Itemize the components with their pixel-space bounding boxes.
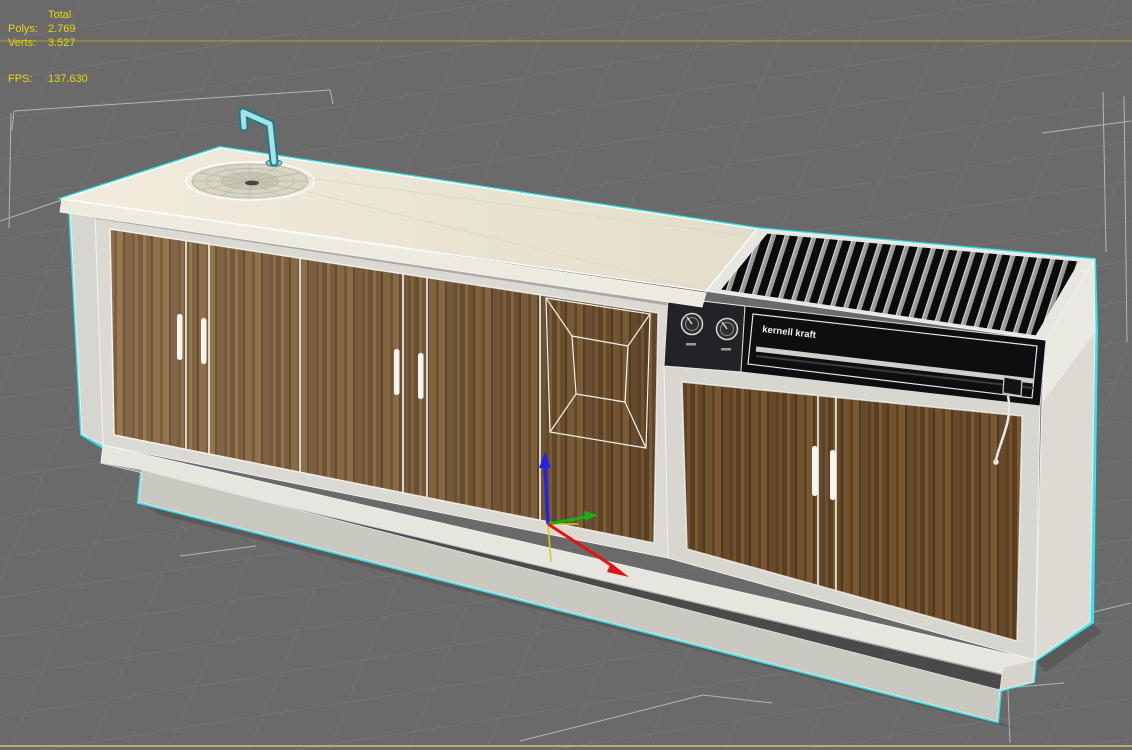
door-handle bbox=[830, 450, 836, 500]
knob-label-mark bbox=[686, 343, 696, 346]
grill-hook-tip bbox=[993, 459, 999, 465]
door-handle bbox=[394, 349, 400, 395]
sink-basin[interactable] bbox=[185, 161, 315, 201]
door-handle bbox=[177, 314, 183, 360]
viewport-canvas[interactable]: kernell kraft bbox=[0, 0, 1132, 750]
door-handle bbox=[201, 318, 207, 364]
knob-label-mark bbox=[721, 348, 731, 351]
door-handle bbox=[418, 353, 424, 399]
stats-fps-label: FPS: bbox=[8, 73, 33, 85]
sink-drain bbox=[245, 180, 259, 186]
stats-verts-row: Verts: 3.527 bbox=[8, 36, 88, 50]
grill-knob-right[interactable] bbox=[715, 317, 739, 341]
grill-igniter-box[interactable] bbox=[1002, 376, 1023, 397]
stats-total-header: Total bbox=[48, 9, 72, 21]
stats-polys-row: Polys: 2.769 bbox=[8, 22, 88, 36]
stats-verts-value: 3.527 bbox=[48, 37, 76, 49]
stats-polys-value: 2.769 bbox=[48, 23, 76, 35]
stats-overlay: Total Polys: 2.769 Verts: 3.527 FPS: 137… bbox=[8, 8, 88, 86]
stats-fps-row: FPS: 137.630 bbox=[8, 72, 88, 86]
stats-verts-label: Verts: bbox=[8, 37, 37, 49]
stats-polys-label: Polys: bbox=[8, 23, 38, 35]
3d-viewport[interactable]: kernell kraft Total Polys: 2.769 Verts: … bbox=[0, 0, 1132, 750]
door-handle bbox=[812, 446, 818, 496]
stats-fps-value: 137.630 bbox=[48, 73, 88, 85]
grill-knob-left[interactable] bbox=[680, 312, 704, 336]
